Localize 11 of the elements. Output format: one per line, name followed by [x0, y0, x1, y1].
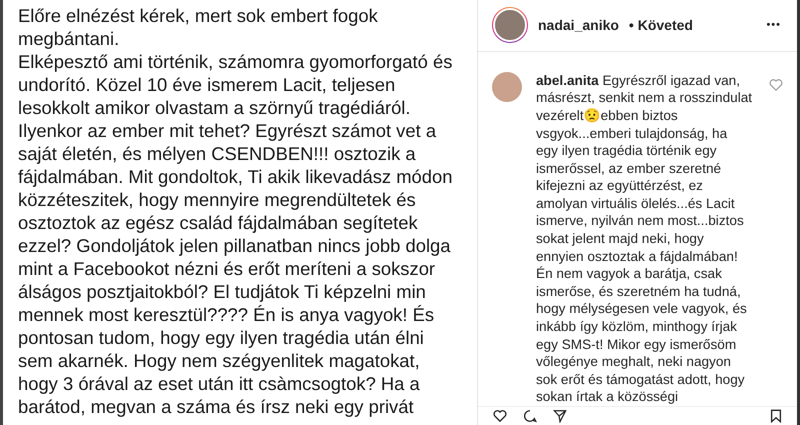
- post-text: Előre elnézést kérek, mert sok embert fogok megbántani. Elképesztő ami történik, számomra gyomorforgató és undorító. Közel 10 éve ismerem Lacit, teljesen lesokkolt amikor olvastam a szörnyű tragédiáról. Ilyenkor az ember mit tehet? Egyrészt számot vet a saját életén, és mélyen CSENDBEN!!! osztozik a fájdalmában. Mit gondoltok, Ti akik likevadász módon közzéteszitek, hogy mennyire megrendültetek és osztoztok az egész család fájdalmában segítetek ezzel? Gondoljátok jelen pillanatban nincs jobb dolga mint a Facebookot nézni és erőt meríteni a sokszor álságos posztjaitokból? El tudjátok Ti képzelni min mennek most keresztül???? Én is anya vagyok! És pontosan tudom, hogy egy ilyen tragédia után élni sem akarnék. Hogy nem szégyenlitek magatokat, hogy 3 órával az eset után itt csàmcsogtok? Ha a barátod, megvan a száma és írsz neki egy privát: [18, 4, 454, 418]
- bookmark-icon[interactable]: [769, 409, 783, 423]
- like-heart-icon[interactable]: [769, 78, 783, 92]
- profile-avatar[interactable]: [492, 7, 528, 44]
- follow-status: • Követed: [628, 17, 694, 34]
- username-link[interactable]: nadai_aniko: [538, 17, 619, 34]
- more-options-button[interactable]: •••: [766, 19, 781, 32]
- share-icon[interactable]: [552, 409, 568, 423]
- comment-text: abel.anita Egyrészről igazad van, másrészt, senkit nem a rosszindulat vezérelt😟ebben biztos vsgyok...emberi tulajdonság, ha egy ilyen tragédia történik egy ismerőssel, az ember szeretné kifejezni az együttérzést, ez amolyan virtuális ölelés...és Lacit ismerve, nyilván nem most...biztos sokat jelent majd neki, hogy ennyien osztoztak a fájdalmában! Én nem vagyok a barátja, csak ismerőse, és szeretném ha tudná, hogy mélységesen vele vagyok, és inkább így közlöm, minthogy írjak egy SMS-t! Mikor egy ismerősöm vőlegénye meghalt, neki nagyon sok erőt és támogatást adott, hogy sokan írtak a közösségi: [536, 72, 754, 406]
- comment-icon[interactable]: [522, 409, 538, 423]
- heart-icon[interactable]: [492, 409, 508, 423]
